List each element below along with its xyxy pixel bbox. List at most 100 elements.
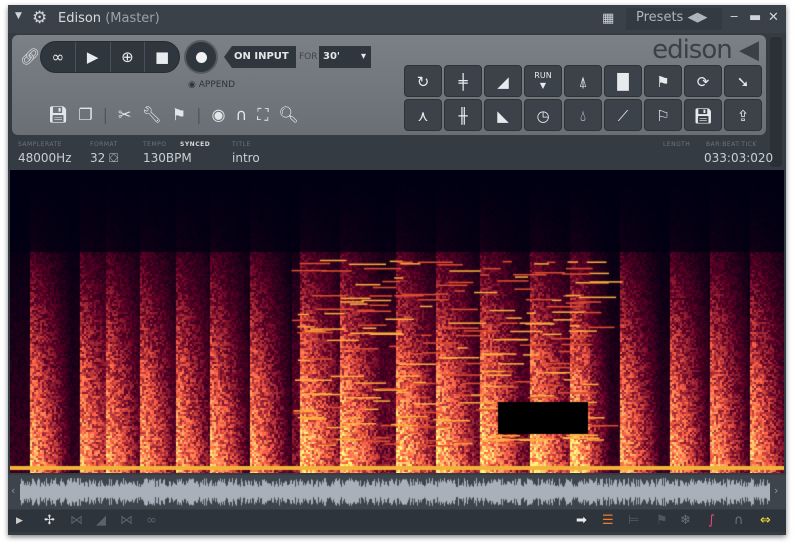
select-all-icon[interactable]: ⛶	[257, 105, 268, 125]
play-button[interactable]: ▶	[76, 42, 111, 72]
send-to-playlist-icon[interactable]: ⇪	[724, 99, 762, 131]
title-value[interactable]: intro	[232, 151, 260, 165]
vertical-scrollbar[interactable]	[770, 37, 782, 167]
loop-button[interactable]: ∞	[41, 42, 76, 72]
fade-in-icon[interactable]: ◢	[484, 65, 522, 97]
scroll-left-icon[interactable]: ‹	[11, 484, 15, 497]
markers-list-icon[interactable]: ☰	[602, 513, 614, 528]
scroll-right-icon[interactable]: ›	[774, 484, 778, 497]
edison-window: ▼ ⚙ Edison (Master) ▦ Presets ◀▶ ‒ ▬ ✕ 🔗…	[8, 5, 786, 535]
presets-selector[interactable]: Presets ◀▶	[626, 8, 722, 30]
fade-out-icon[interactable]: ◣	[484, 99, 522, 131]
format-text: 32	[90, 151, 106, 165]
minimize-icon[interactable]: ‒	[730, 9, 738, 24]
menu-arrow-icon[interactable]: ▼	[15, 11, 22, 21]
magnet-icon[interactable]: ∩	[235, 105, 247, 125]
transport: ∞ ▶ ⊕ ■	[40, 41, 180, 73]
duration-value: 30'	[323, 51, 340, 62]
add-marker-icon[interactable]: ⚑	[644, 65, 682, 97]
synced-label[interactable]: SYNCED	[180, 141, 210, 148]
stretch-icon[interactable]: ⋈	[120, 513, 133, 528]
divider: |	[102, 105, 109, 124]
save-add-icon[interactable]: 💾︎	[684, 99, 722, 131]
refresh-icon[interactable]: ⟳	[684, 65, 722, 97]
gear-icon[interactable]: ⚙	[32, 8, 47, 28]
run-label: RUN	[534, 71, 552, 80]
info-bar: SAMPLERATE 48000Hz FORMAT 32 ⛋ TEMPO SYN…	[8, 138, 773, 170]
slice-icon[interactable]: ⚐	[644, 99, 682, 131]
eye-icon[interactable]: ◉	[212, 105, 226, 125]
fit-width-icon[interactable]: ⇔	[760, 513, 771, 528]
clock-icon[interactable]: ◷	[524, 99, 562, 131]
title-bar: ▼ ⚙ Edison (Master) ▦ Presets ◀▶ ‒ ▬ ✕	[8, 5, 786, 33]
snap-magnet-icon[interactable]: ∩	[734, 513, 744, 528]
window-title: Edison (Master)	[58, 11, 160, 26]
zoom-icon[interactable]: 🔍︎	[278, 105, 298, 125]
record-mode-value: ON INPUT	[234, 51, 289, 62]
stop-button[interactable]: ■	[145, 42, 179, 72]
record-button[interactable]	[184, 40, 218, 74]
duration-dropdown[interactable]: 30' ▾	[319, 46, 371, 68]
presets-label: Presets	[636, 10, 684, 25]
equalizer-icon[interactable]: ▐▌	[604, 65, 642, 97]
tempo-label: TEMPO	[143, 141, 167, 148]
maximize-icon[interactable]: ▬	[749, 10, 761, 25]
reel-button[interactable]: ⊕	[111, 42, 146, 72]
edison-logo: edison ◀	[652, 35, 759, 65]
snowflake-icon[interactable]: ❄	[680, 513, 691, 528]
marker-icon[interactable]: ⚑	[172, 105, 186, 125]
position-value: 033:03:020	[704, 151, 774, 165]
tempo-value[interactable]: 130BPM	[143, 151, 192, 165]
chain-icon[interactable]: ∞	[146, 513, 157, 528]
wrench-icon[interactable]: 🔧︎	[141, 105, 161, 125]
link-icon[interactable]: 🔗︎	[20, 47, 40, 66]
length-label[interactable]: LENGTH	[663, 141, 690, 148]
format-label: FORMAT	[90, 141, 118, 148]
normalize-icon[interactable]: ╪	[444, 65, 482, 97]
bottom-toolbar: ▶ ✢ ⋈ ◢ ⋈ ∞ ➡ ☰ ⊨ ⚑ ❄ ∫ ∩ ⇔	[8, 510, 786, 532]
ramp-icon[interactable]: ◢	[96, 513, 106, 528]
close-icon[interactable]: ✕	[768, 10, 779, 25]
format-value[interactable]: 32 ⛋	[90, 151, 118, 166]
append-label: APPEND	[198, 80, 236, 90]
drag-icon[interactable]: ➘	[724, 65, 762, 97]
save-icon[interactable]: 💾︎	[48, 105, 68, 125]
copy-icon[interactable]: ❐	[78, 105, 92, 125]
declick-icon[interactable]: ╫	[444, 99, 482, 131]
split-icon[interactable]: ⋏	[404, 99, 442, 131]
rocket-icon[interactable]: ⍋	[564, 65, 602, 97]
spectrogram[interactable]	[10, 170, 784, 473]
waveform[interactable]	[20, 475, 770, 509]
trim-icon[interactable]: ⋈	[70, 513, 83, 528]
run-script-button[interactable]: RUN ▼	[524, 65, 562, 97]
record-mode-dropdown[interactable]: ON INPUT ▾	[224, 46, 296, 68]
samplerate-label: SAMPLERATE	[18, 141, 62, 148]
scissors-icon[interactable]: ✂	[118, 105, 131, 125]
next-preset-icon[interactable]: ▶	[697, 10, 707, 25]
grid-icon[interactable]: ▦	[602, 11, 614, 26]
position-label: BAR:BEAT:TICK	[706, 141, 757, 148]
tool-grid: ↻ ╪ ◢ RUN ▼ ⍋ ▐▌ ⚑ ⟳ ➘ ⋏ ╫ ◣ ◷ 💧︎ ⟋ ⚐ 💾︎ …	[404, 65, 762, 131]
arrow-right-icon[interactable]: ➡	[576, 513, 587, 528]
drop-icon[interactable]: 💧︎	[564, 99, 602, 131]
curve-icon[interactable]: ∫	[708, 513, 715, 528]
waveform-overview[interactable]: ‹ ›	[8, 475, 786, 509]
append-toggle[interactable]: ◉ APPEND	[188, 80, 235, 90]
edit-tools: 💾︎ ❐ | ✂ 🔧︎ ⚑ | ◉ ∩ ⛶ 🔍︎	[48, 105, 299, 125]
expand-icon[interactable]: ▶	[16, 516, 23, 526]
title-label: TITLE	[232, 141, 251, 148]
title-sub: (Master)	[105, 11, 160, 26]
divider: |	[196, 105, 202, 124]
prev-preset-icon[interactable]: ◀	[687, 10, 697, 25]
control-panel: 🔗︎ ∞ ▶ ⊕ ■ ON INPUT ▾ FOR 30' ▾ ◉ APPEND…	[12, 35, 766, 135]
for-label: FOR	[299, 52, 318, 62]
logo-text: edison	[652, 35, 733, 65]
title-text: Edison	[58, 11, 102, 26]
reverse-icon[interactable]: ↻	[404, 65, 442, 97]
waveform-mode-icon[interactable]: ✢	[44, 513, 55, 528]
radio-icon[interactable]: ◉	[188, 80, 196, 90]
region-icon[interactable]: ⊨	[628, 513, 639, 528]
flag-icon[interactable]: ⚑	[656, 513, 668, 528]
brush-icon[interactable]: ⟋	[604, 99, 642, 131]
samplerate-value[interactable]: 48000Hz	[18, 151, 72, 165]
